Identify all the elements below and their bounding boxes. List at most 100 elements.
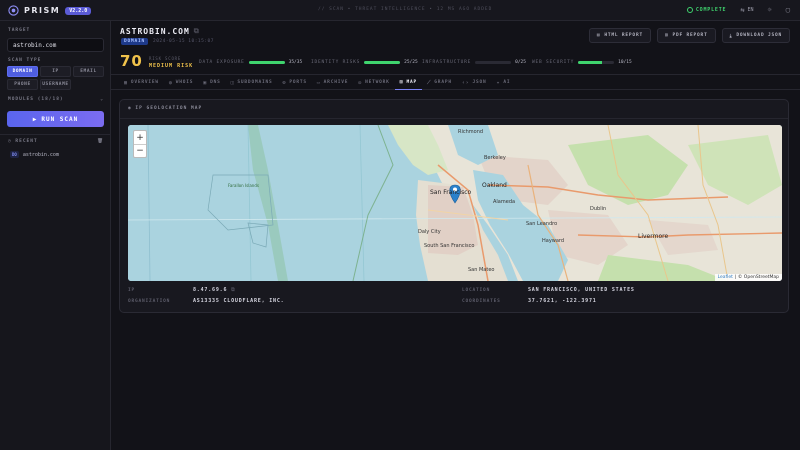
scan-type-username[interactable]: USERNAME (40, 79, 71, 90)
map-attribution: Leaflet | © OpenStreetMap (714, 274, 782, 281)
translate-icon: ⇆ (740, 6, 745, 14)
map-icon: ▨ (399, 79, 404, 85)
map-tiles: Richmond Berkeley Oakland Alameda San Fr… (128, 125, 782, 281)
map-label-dublin: Dublin (590, 206, 606, 212)
recent-item[interactable]: DO astrobin.com (10, 151, 59, 158)
graph-icon: ⟋ (426, 79, 432, 86)
organization-value: AS13335 CLOUDFLARE, INC. (193, 298, 285, 304)
map-label-richmond: Richmond (458, 129, 483, 135)
tab-ports[interactable]: ⊙ PORTS (278, 75, 312, 90)
leaflet-link[interactable]: Leaflet (718, 275, 733, 280)
target-input[interactable]: astrobin.com (7, 38, 104, 52)
map-label-berkeley: Berkeley (484, 155, 506, 161)
chevron-down-icon: ⌄ (100, 97, 104, 102)
geolocation-map[interactable]: Richmond Berkeley Oakland Alameda San Fr… (128, 125, 782, 281)
copy-icon[interactable]: ⧉ (194, 27, 200, 36)
risk-level: MEDIUM RISK (149, 63, 194, 69)
metric-fill (248, 61, 285, 64)
tab-graph[interactable]: ⟋ GRAPH (422, 75, 457, 90)
sparkle-icon: ✦ (496, 79, 501, 86)
server-icon: ▣ (203, 79, 208, 86)
trash-icon[interactable]: 🗑 (97, 139, 104, 144)
map-label-farallon: Farallon Islands (228, 183, 259, 188)
panel-divider (120, 118, 788, 119)
coordinates-value: 37.7621, -122.3971 (528, 298, 597, 304)
metric-data-exposure: DATA EXPOSURE 35/35 (199, 60, 303, 65)
page-title: ASTROBIN.COM ⧉ (120, 27, 200, 36)
metric-identity-risks: IDENTITY RISKS 25/25 (311, 60, 418, 65)
language-toggle[interactable]: ⇆ EN (740, 6, 753, 14)
panel-title: ◉ IP GEOLOCATION MAP (128, 106, 203, 111)
status-ticker: // SCAN • THREAT INTELLIGENCE • 12 MS AG… (318, 7, 493, 12)
run-scan-button[interactable]: ▶ RUN SCAN (7, 111, 104, 127)
scan-timestamp: 2024-05-15 10:15:07 (153, 38, 214, 44)
settings-icon[interactable]: ▢ (786, 6, 790, 14)
organization-label: ORGANIZATION (128, 299, 171, 304)
map-label-dalycity: Daly City (418, 229, 441, 235)
map-label-livermore: Livermore (638, 233, 668, 240)
globe-icon: ◍ (168, 79, 173, 86)
coordinates-label: COORDINATES (462, 299, 501, 304)
document-icon: ▤ (596, 33, 601, 38)
risk-score: 70 (120, 52, 143, 70)
network-icon: ◎ (358, 79, 363, 86)
archive-icon: ▭ (316, 79, 321, 86)
sidebar-divider (0, 134, 111, 135)
osm-attribution[interactable]: | © OpenStreetMap (735, 275, 779, 280)
scan-type-label: SCAN TYPE (8, 58, 42, 63)
tab-whois[interactable]: ◍ WHOIS (164, 75, 198, 90)
result-tabs: ▦ OVERVIEW ◍ WHOIS ▣ DNS ◫ SUBDOMAINS ⊙ PORTS… (111, 75, 800, 90)
tab-json[interactable]: ‹› JSON (457, 75, 492, 90)
grid-icon: ▦ (124, 79, 128, 86)
modules-toggle[interactable]: MODULES (18/18) ⌄ (8, 97, 104, 102)
result-header: ASTROBIN.COM ⧉ DOMAIN 2024-05-15 10:15:0… (111, 21, 800, 75)
map-zoom-control: + − (133, 130, 147, 158)
ip-label: IP (128, 288, 136, 293)
prism-logo-icon (8, 5, 19, 16)
download-json-button[interactable]: ⤓ DOWNLOAD JSON (721, 28, 790, 43)
plug-icon: ⊙ (282, 79, 287, 86)
scan-status: COMPLETE (686, 7, 726, 13)
play-icon: ▶ (32, 115, 38, 123)
map-label-alameda: Alameda (493, 199, 515, 205)
tab-archive[interactable]: ▭ ARCHIVE (312, 75, 353, 90)
pdf-report-button[interactable]: ▥ PDF REPORT (656, 28, 716, 43)
layers-icon: ◫ (230, 79, 235, 86)
map-label-oakland: Oakland (482, 182, 507, 189)
metric-fill (578, 61, 603, 64)
map-label-sanfrancisco: San Francisco (430, 189, 472, 196)
zoom-in-button[interactable]: + (134, 131, 146, 144)
tab-map[interactable]: ▨ MAP (394, 75, 422, 90)
download-icon: ⤓ (729, 33, 733, 39)
type-badge: DOMAIN (121, 38, 149, 45)
metric-infrastructure: INFRASTRUCTURE 0/25 (422, 60, 526, 65)
map-label-hayward: Hayward (542, 238, 564, 244)
map-label-southsf: South San Francisco (424, 243, 474, 249)
location-value: SAN FRANCISCO, UNITED STATES (528, 287, 635, 293)
version-badge: V2.2.0 (65, 6, 92, 15)
file-icon: ▥ (664, 33, 669, 38)
recent-item-label: astrobin.com (22, 151, 59, 158)
scan-type-ip[interactable]: IP (40, 66, 71, 77)
theme-toggle-icon[interactable]: ☼ (768, 6, 772, 14)
target-label: TARGET (8, 28, 31, 33)
metric-web-security: WEB SECURITY 10/15 (532, 60, 632, 65)
top-bar: PRISM V2.2.0 // SCAN • THREAT INTELLIGEN… (0, 0, 800, 21)
html-report-button[interactable]: ▤ HTML REPORT (588, 28, 651, 43)
logo: PRISM V2.2.0 (8, 5, 92, 16)
scan-type-phone[interactable]: PHONE (7, 79, 38, 90)
tab-subdomains[interactable]: ◫ SUBDOMAINS (226, 75, 278, 90)
zoom-out-button[interactable]: − (134, 144, 146, 157)
recent-item-tag: DO (10, 151, 19, 158)
tab-ai[interactable]: ✦ AI (492, 75, 516, 90)
scan-type-domain[interactable]: DOMAIN (7, 66, 38, 77)
copy-icon[interactable]: ⧉ (227, 287, 235, 293)
risk-score-label: RISK SCORE (149, 56, 182, 61)
scan-type-email[interactable]: EMAIL (73, 66, 104, 77)
ip-value: 8.47.69.6 ⧉ (193, 287, 236, 293)
status-dot-icon (686, 7, 693, 13)
tab-overview[interactable]: ▦ OVERVIEW (119, 75, 164, 90)
code-icon: ‹› (461, 79, 470, 86)
tab-network[interactable]: ◎ NETWORK (353, 75, 394, 90)
tab-dns[interactable]: ▣ DNS (198, 75, 225, 90)
